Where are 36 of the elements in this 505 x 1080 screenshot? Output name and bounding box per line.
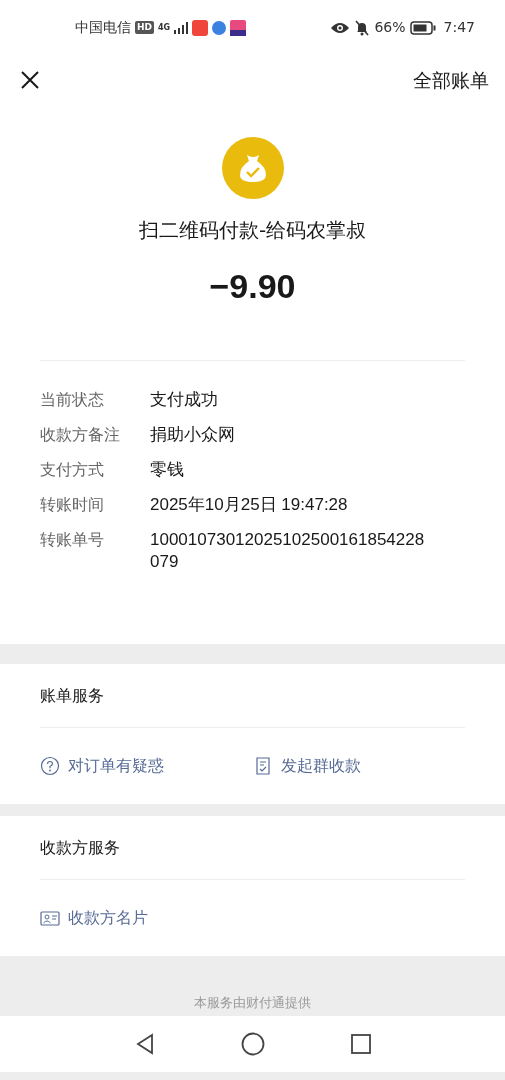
recents-button[interactable] <box>349 1033 372 1055</box>
payment-title: 扫二维码付款-给码农掌叔 <box>137 217 368 244</box>
app-icon <box>192 19 209 36</box>
section-title: 账单服务 <box>40 664 465 728</box>
home-button[interactable] <box>240 1032 265 1056</box>
eye-icon <box>330 20 351 35</box>
all-bills-link[interactable]: 全部账单 <box>413 65 489 95</box>
signal-icon <box>174 21 189 34</box>
detail-value: 零钱 <box>150 459 184 481</box>
money-bag-icon <box>221 137 284 199</box>
detail-value: 支付成功 <box>150 389 218 411</box>
service-link[interactable]: 发起群收款 <box>252 728 465 804</box>
battery-level: 66% <box>374 18 406 37</box>
section-title: 收款方服务 <box>40 816 465 880</box>
detail-label: 转账时间 <box>40 494 105 516</box>
hd-badge: HD <box>135 20 154 35</box>
detail-label: 收款方备注 <box>40 424 121 446</box>
muted-bell-icon <box>354 19 371 36</box>
service-link[interactable]: 对订单有疑惑 <box>40 728 253 804</box>
clock-time: 7:47 <box>443 18 475 37</box>
contact-card-icon <box>40 908 60 928</box>
detail-label: 支付方式 <box>40 459 105 481</box>
footer-note: 本服务由财付通提供 <box>193 993 312 1012</box>
question-icon <box>40 756 60 776</box>
detail-label: 转账单号 <box>40 529 105 551</box>
app-icon <box>230 19 247 36</box>
detail-label: 当前状态 <box>40 389 105 411</box>
detail-value: 2025年10月25日 19:47:28 <box>150 494 348 516</box>
service-link[interactable]: 收款方名片 <box>40 880 265 956</box>
battery-icon <box>409 20 436 35</box>
detail-value: 捐助小众网 <box>150 424 235 446</box>
detail-value: 10001073012025102500161854228079 <box>150 529 426 573</box>
globe-icon <box>212 20 227 35</box>
network-type: 4G <box>158 21 171 34</box>
payment-amount: −9.90 <box>208 266 297 307</box>
carrier-name: 中国电信 <box>75 18 131 37</box>
